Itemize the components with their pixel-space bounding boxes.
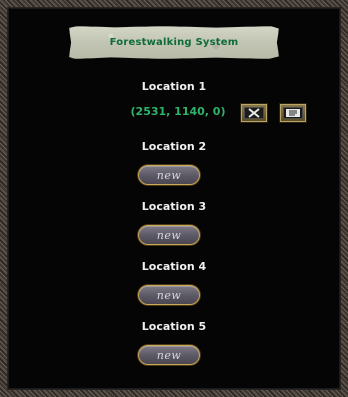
location-5-label: Location 5: [141, 320, 207, 333]
goto-location-1-button[interactable]: [279, 103, 307, 123]
new-button-label: new: [156, 288, 182, 302]
delete-location-1-button[interactable]: [240, 103, 268, 123]
location-4-label: Location 4: [141, 260, 207, 273]
new-button-label: new: [156, 228, 182, 242]
new-button-label: new: [156, 168, 182, 182]
location-2-new-button[interactable]: new: [138, 165, 200, 185]
title-plate: Forestwalking System: [69, 26, 279, 59]
scroll-icon: [283, 107, 303, 119]
gump-body: Forestwalking System Location 1 (2531, 1…: [8, 8, 340, 389]
location-1-label: Location 1: [141, 80, 207, 93]
location-5-new-button[interactable]: new: [138, 345, 200, 365]
location-3-label: Location 3: [141, 200, 207, 213]
new-button-label: new: [156, 348, 182, 362]
location-3-new-button[interactable]: new: [138, 225, 200, 245]
window-title: Forestwalking System: [109, 37, 239, 48]
location-1-coords: (2531, 1140, 0): [130, 105, 226, 118]
close-icon: [244, 107, 264, 119]
location-4-new-button[interactable]: new: [138, 285, 200, 305]
location-2-label: Location 2: [141, 140, 207, 153]
